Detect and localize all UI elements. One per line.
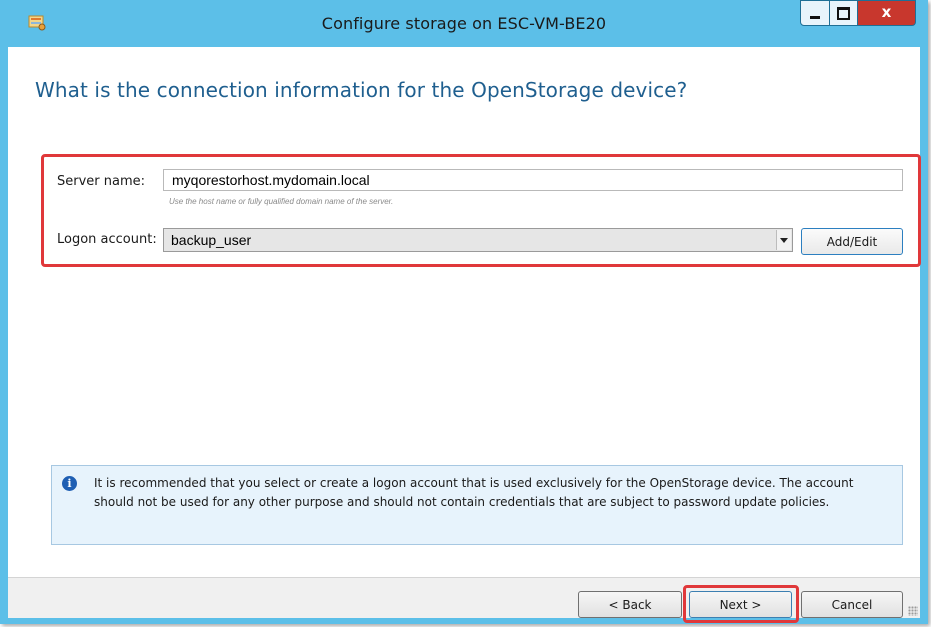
maximize-icon bbox=[837, 6, 850, 20]
next-button-highlight bbox=[683, 585, 799, 623]
close-icon: x bbox=[881, 3, 892, 21]
back-button[interactable]: < Back bbox=[578, 591, 682, 618]
configure-storage-window: Configure storage on ESC-VM-BE20 x What … bbox=[0, 0, 928, 624]
info-message: It is recommended that you select or cre… bbox=[94, 476, 854, 509]
wizard-content: What is the connection information for t… bbox=[8, 47, 921, 623]
resize-grip[interactable] bbox=[908, 606, 918, 616]
minimize-button[interactable] bbox=[800, 0, 830, 26]
connection-fields-highlight bbox=[41, 154, 921, 267]
minimize-icon bbox=[810, 15, 820, 19]
page-heading: What is the connection information for t… bbox=[35, 78, 688, 102]
wizard-footer: < Back Next > Cancel bbox=[8, 577, 920, 623]
info-panel: i It is recommended that you select or c… bbox=[51, 465, 903, 545]
maximize-button[interactable] bbox=[830, 0, 858, 26]
info-icon: i bbox=[62, 476, 77, 491]
cancel-button[interactable]: Cancel bbox=[801, 591, 903, 618]
window-title: Configure storage on ESC-VM-BE20 bbox=[321, 14, 607, 33]
close-button[interactable]: x bbox=[858, 0, 916, 26]
title-bar[interactable]: Configure storage on ESC-VM-BE20 x bbox=[0, 0, 928, 47]
